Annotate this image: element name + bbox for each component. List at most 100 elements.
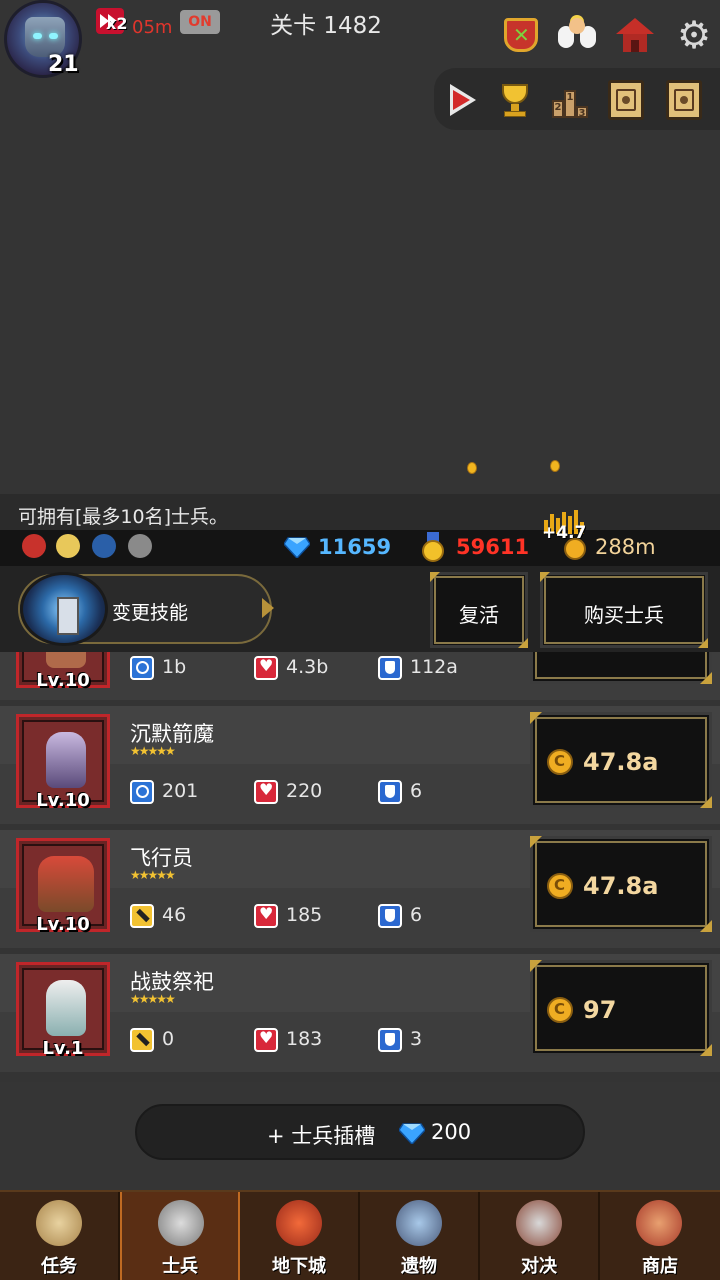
gear-icon[interactable]: ⚙ (672, 14, 716, 56)
add-slot-cost: 200 (431, 1120, 472, 1144)
buy-soldier-button[interactable]: 购买士兵 (540, 572, 708, 648)
buy-soldier-label: 购买士兵 (584, 603, 664, 627)
dropped-coin[interactable] (550, 460, 560, 472)
mini-soldier-icon (128, 534, 152, 558)
scroll-icon (36, 1200, 82, 1246)
heart-icon (254, 780, 278, 804)
upgrade-price-button[interactable]: 47.8a (530, 712, 712, 808)
soldier-hp: 185 (286, 904, 323, 926)
soldier-stars: ★★★★★ (130, 992, 176, 1006)
monster-icon (276, 1200, 322, 1246)
medal-icon (422, 532, 444, 562)
upgrade-price: 97 (583, 996, 617, 1024)
upgrade-price: 47.8a (583, 872, 659, 900)
tab-soldiers[interactable]: 士兵 (120, 1192, 240, 1280)
trophy-icon[interactable] (494, 80, 534, 120)
player-level: 21 (48, 52, 79, 77)
soldier-defense: 3 (410, 1028, 423, 1050)
quest-book-icon[interactable] (608, 80, 644, 120)
diamond-icon (284, 537, 310, 558)
gold-coin-icon (547, 997, 573, 1023)
crossed-swords-icon (516, 1200, 562, 1246)
soldier-attack: 0 (162, 1028, 175, 1050)
heart-icon (254, 656, 278, 680)
soldier-defense: 6 (410, 780, 423, 802)
mailbox-house-icon[interactable] (614, 14, 656, 56)
soldier-row[interactable]: Lv.10 1b 4.3b 112a (0, 652, 720, 700)
tab-label: 任务 (41, 1256, 77, 1277)
mini-soldier-icon (56, 534, 80, 558)
tab-dungeon[interactable]: 地下城 (240, 1192, 360, 1280)
shield-icon (378, 656, 402, 680)
gold-coin-icon (564, 538, 586, 560)
game-screen: 21 x2 05m ON 关卡 1482 ⚙ 2 1 3 可拥有[最多10名]士… (0, 0, 720, 1280)
soldier-level: Lv.1 (42, 1038, 84, 1059)
soldier-portrait[interactable]: Lv.10 (16, 838, 110, 935)
relic-orb-icon (396, 1200, 442, 1246)
soldier-level: Lv.10 (36, 790, 90, 811)
soldier-attack: 1b (162, 656, 187, 678)
angel-icon[interactable] (556, 14, 598, 56)
lightning-tower-icon[interactable] (20, 572, 108, 646)
soldier-stars: ★★★★★ (130, 744, 176, 758)
tab-shop[interactable]: 商店 (600, 1192, 720, 1280)
sword-attack-icon (130, 904, 154, 928)
add-slot-label: + 士兵插槽 (267, 1124, 376, 1148)
soldier-defense: 6 (410, 904, 423, 926)
mini-soldier-icon (22, 534, 46, 558)
soldier-limit-message: 可拥有[最多10名]士兵。 (18, 506, 229, 528)
gold-count: 288m (595, 535, 656, 559)
soldier-portrait[interactable]: Lv.1 (16, 962, 110, 1059)
soldier-portrait[interactable]: Lv.10 (16, 714, 110, 811)
revive-label: 复活 (459, 603, 499, 627)
soldier-hp: 183 (286, 1028, 323, 1050)
shield-icon (378, 780, 402, 804)
soldier-portrait[interactable]: Lv.10 (16, 652, 110, 691)
tab-label: 商店 (642, 1256, 678, 1277)
stage-title: 关卡 1482 (270, 13, 382, 39)
upgrade-price-button[interactable] (530, 652, 712, 684)
mini-soldier-icon (92, 534, 116, 558)
journal-book-icon[interactable] (666, 80, 702, 120)
tab-label: 士兵 (162, 1256, 198, 1277)
change-skill-label: 变更技能 (112, 602, 189, 624)
soldier-attack: 46 (162, 904, 187, 926)
medal-count: 59611 (456, 535, 530, 559)
tab-duel[interactable]: 对决 (480, 1192, 600, 1280)
tab-label: 遗物 (401, 1256, 437, 1277)
heart-icon (254, 1028, 278, 1052)
tab-quests[interactable]: 任务 (0, 1192, 120, 1280)
soldier-hp: 4.3b (286, 656, 329, 678)
soldier-defense: 112a (410, 656, 458, 678)
gold-coin-icon (547, 873, 573, 899)
upgrade-price-button[interactable]: 47.8a (530, 836, 712, 932)
tab-label: 地下城 (272, 1256, 326, 1277)
diamond-count: 11659 (318, 535, 392, 559)
dropped-coin[interactable] (467, 462, 477, 474)
ranking-podium-icon[interactable]: 2 1 3 (550, 80, 590, 120)
shield-icon (378, 904, 402, 928)
revive-button[interactable]: 复活 (430, 572, 528, 648)
tab-relics[interactable]: 遗物 (360, 1192, 480, 1280)
soldier-stars: ★★★★★ (130, 868, 176, 882)
upgrade-price: 47.8a (583, 748, 659, 776)
shield-icon (378, 1028, 402, 1052)
soldier-level: Lv.10 (36, 670, 90, 691)
add-soldier-slot-button[interactable]: + 士兵插槽 200 (135, 1104, 585, 1160)
guild-banner-icon[interactable] (500, 14, 542, 56)
helmet-icon (158, 1200, 204, 1246)
gold-coin-icon (547, 749, 573, 775)
magic-attack-icon (130, 780, 154, 804)
diamond-icon (399, 1123, 425, 1144)
soldier-row[interactable]: Lv.10 飞行员 ★★★★★ 46 185 6 47.8a (0, 830, 720, 948)
soldier-row[interactable]: Lv.1 战鼓祭祀 ★★★★★ 0 183 3 97 (0, 954, 720, 1072)
soldier-list[interactable]: Lv.10 1b 4.3b 112a Lv.10 沉默箭魔 ★★★★★ 201 … (0, 652, 720, 1082)
soldier-level: Lv.10 (36, 914, 90, 935)
soldier-attack: 201 (162, 780, 199, 802)
upgrade-price-button[interactable]: 97 (530, 960, 712, 1056)
soldier-row[interactable]: Lv.10 沉默箭魔 ★★★★★ 201 220 6 47.8a (0, 706, 720, 824)
play-video-icon[interactable] (442, 80, 482, 120)
skill-arrow-icon (262, 598, 274, 618)
sword-attack-icon (130, 1028, 154, 1052)
shop-icon (636, 1200, 682, 1246)
